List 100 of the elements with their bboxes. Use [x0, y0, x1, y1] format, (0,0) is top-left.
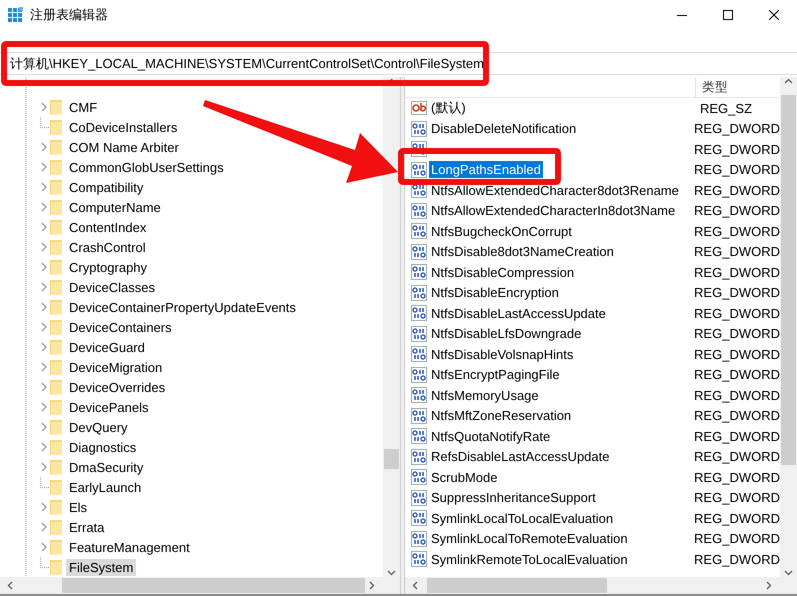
tree-item[interactable]: COM Name Arbiter [66, 138, 182, 156]
expand-chevron-icon[interactable] [40, 102, 48, 112]
tree-item[interactable]: FeatureManagement [66, 538, 193, 556]
value-name[interactable]: NtfsAllowExtendedCharacter8dot3Rename [429, 182, 681, 199]
value-type: REG_DWORD [694, 470, 780, 485]
scrollbar-thumb[interactable] [62, 578, 365, 593]
expand-chevron-icon[interactable] [40, 262, 48, 272]
value-name[interactable]: SymlinkLocalToRemoteEvaluation [429, 530, 630, 548]
folder-icon [50, 519, 62, 535]
vertical-scrollbar[interactable] [780, 77, 797, 577]
horizontal-scrollbar[interactable] [405, 577, 797, 594]
folder-icon [50, 439, 62, 455]
expand-chevron-icon[interactable] [40, 442, 48, 452]
expand-chevron-icon[interactable] [40, 402, 48, 412]
tree-item[interactable]: CoDeviceInstallers [66, 118, 180, 136]
tree-item[interactable]: DevQuery [66, 418, 131, 436]
tree-item[interactable]: Compatibility [66, 178, 146, 196]
value-type: REG_DWORD [694, 490, 780, 506]
minimize-icon [677, 14, 687, 16]
value-type: REG_DWORD [694, 408, 780, 424]
tree-item[interactable]: Errata [66, 518, 108, 536]
expand-chevron-icon[interactable] [40, 382, 48, 392]
value-name[interactable]: LongPathsEnabled [429, 161, 543, 178]
folder-icon [50, 199, 62, 215]
folder-icon [50, 119, 62, 135]
tree-item[interactable]: DeviceGuard [66, 338, 148, 356]
tree-item[interactable]: DeviceMigration [66, 358, 166, 376]
tree-item[interactable]: CrashControl [66, 238, 149, 256]
expand-chevron-icon[interactable] [40, 282, 48, 292]
expand-chevron-icon[interactable] [40, 462, 48, 472]
value-name[interactable]: NtfsDisableLfsDowngrade [429, 325, 584, 342]
horizontal-scrollbar[interactable] [0, 577, 400, 594]
scrollbar-thumb[interactable] [427, 578, 607, 593]
tree-item[interactable]: Cryptography [66, 258, 150, 276]
tree-item[interactable]: DeviceClasses [66, 278, 158, 296]
maximize-icon [723, 10, 733, 20]
expand-chevron-icon[interactable] [40, 542, 48, 552]
value-name[interactable]: NtfsAllowExtendedCharacterIn8dot3Name [429, 202, 678, 220]
column-header[interactable]: 类型 [696, 78, 728, 96]
value-name[interactable]: SuppressInheritanceSupport [429, 489, 598, 506]
value-name[interactable]: SymlinkLocalToLocalEvaluation [429, 510, 616, 527]
expand-chevron-icon[interactable] [40, 502, 48, 512]
folder-icon [50, 539, 62, 555]
value-name[interactable]: RefsDisableLastAccessUpdate [429, 448, 612, 466]
tree-item[interactable]: DeviceOverrides [66, 378, 168, 396]
tree-item[interactable]: CommonGlobUserSettings [66, 158, 227, 176]
vertical-scrollbar[interactable] [383, 77, 400, 577]
value-name[interactable]: ScrubMode [429, 468, 500, 486]
value-name[interactable]: NtfsQuotaNotifyRate [429, 428, 552, 445]
expand-chevron-icon[interactable] [40, 162, 48, 172]
folder-icon [50, 459, 62, 475]
folder-icon [50, 479, 62, 495]
tree-item[interactable]: CMF [66, 98, 100, 116]
tree-item[interactable]: ComputerName [66, 198, 164, 216]
address-field[interactable]: 计算机\HKEY_LOCAL_MACHINE\SYSTEM\CurrentControlSet\Control\FileSystem [0, 52, 797, 75]
folder-icon [50, 499, 62, 515]
value-name[interactable]: NtfsBugcheckOnCorrupt [429, 222, 574, 240]
scrollbar-thumb[interactable] [384, 449, 399, 469]
expand-chevron-icon[interactable] [40, 242, 48, 252]
tree-item[interactable]: Els [66, 498, 90, 516]
expand-chevron-icon[interactable] [40, 362, 48, 372]
tree-item[interactable]: DmaSecurity [66, 458, 146, 476]
tree-item[interactable]: FileSystem [66, 558, 136, 576]
value-name[interactable]: SymlinkRemoteToLocalEvaluation [429, 550, 630, 568]
value-name[interactable]: NtfsEncryptPagingFile [429, 366, 562, 384]
folder-icon [50, 299, 62, 315]
tree-item[interactable]: EarlyLaunch [66, 478, 144, 496]
value-type: REG_DWORD [694, 552, 780, 567]
value-name[interactable]: DisableDeleteNotification [429, 120, 578, 138]
value-name[interactable]: NtfsDisableVolsnapHints [429, 346, 576, 363]
value-name[interactable]: NtfsMftZoneReservation [429, 407, 574, 424]
tree-item[interactable]: DevicePanels [66, 398, 152, 416]
expand-chevron-icon[interactable] [40, 522, 48, 532]
value-name[interactable]: (默认) [429, 98, 468, 118]
folder-icon [50, 399, 62, 415]
value-name[interactable]: NtfsDisable8dot3NameCreation [429, 243, 616, 260]
tree-item[interactable]: ContentIndex [66, 218, 150, 236]
value-type: REG_DWORD [694, 162, 780, 178]
value-name[interactable]: NtfsDisableEncryption [429, 284, 561, 302]
value-name[interactable]: NtfsMemoryUsage [429, 386, 541, 404]
folder-icon [50, 279, 62, 295]
expand-chevron-icon[interactable] [40, 202, 48, 212]
expand-chevron-icon[interactable] [40, 322, 48, 332]
expand-chevron-icon[interactable] [40, 182, 48, 192]
value-name[interactable]: NtfsDisableLastAccessUpdate [429, 304, 608, 322]
expand-chevron-icon[interactable] [40, 222, 48, 232]
value-type: REG_DWORD [694, 306, 780, 321]
tree-item[interactable]: DeviceContainers [66, 318, 175, 336]
expand-chevron-icon[interactable] [40, 142, 48, 152]
value-type: REG_DWORD [694, 531, 780, 546]
expand-chevron-icon[interactable] [40, 342, 48, 352]
expand-chevron-icon[interactable] [40, 422, 48, 432]
tree-item[interactable]: Diagnostics [66, 438, 140, 456]
expand-chevron-icon[interactable] [40, 302, 48, 312]
window-title: 注册表编辑器 [30, 6, 108, 24]
tree-item[interactable]: DeviceContainerPropertyUpdateEvents [66, 298, 299, 316]
value-type: REG_DWORD [694, 203, 780, 218]
value-type: REG_DWORD [694, 224, 780, 239]
scrollbar-thumb[interactable] [781, 95, 796, 465]
value-name[interactable]: NtfsDisableCompression [429, 264, 576, 281]
